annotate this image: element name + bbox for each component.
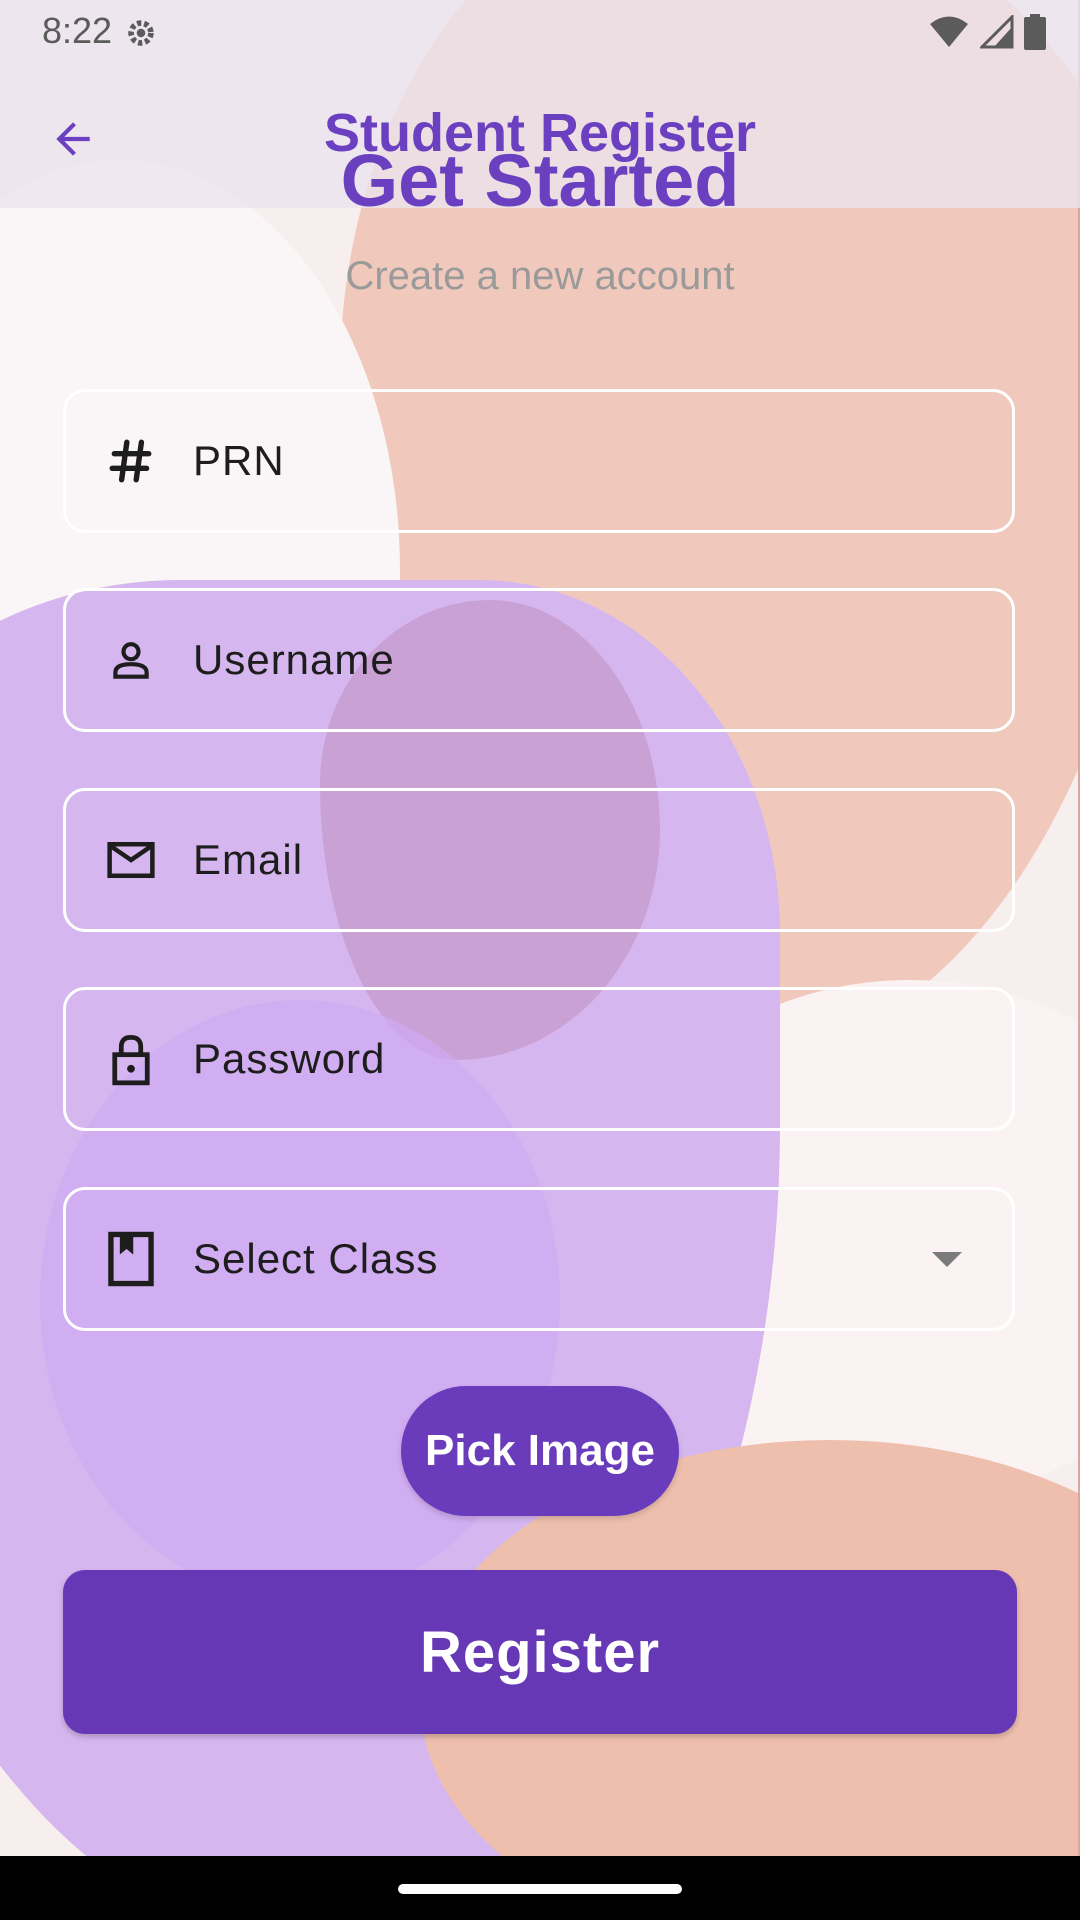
class-select[interactable]: Select Class [63,1187,1015,1331]
battery-icon [1024,14,1046,50]
register-button[interactable]: Register [63,1570,1017,1734]
page-subtitle: Create a new account [345,254,735,298]
username-field-label: Username [193,636,395,683]
dropdown-arrow-icon [932,1252,962,1267]
signal-icon [980,15,1014,49]
password-field[interactable]: Password [63,987,1015,1131]
wifi-icon [930,16,968,47]
pick-image-button[interactable]: Pick Image [401,1386,679,1516]
password-field-label: Password [193,1035,386,1082]
settings-gear-icon [128,20,154,46]
prn-field[interactable]: PRN [63,389,1015,533]
email-field-label: Email [193,836,304,883]
mail-icon [101,830,161,890]
person-icon [101,630,161,690]
lock-icon [101,1029,161,1089]
hash-icon [101,431,161,491]
status-icons [928,14,1046,50]
email-field[interactable]: Email [63,788,1015,932]
class-select-label: Select Class [193,1235,439,1282]
page-headline: Get Started [340,139,740,222]
status-time: 8:22 [42,10,113,51]
status-bar: 8:22 [0,0,1080,64]
username-field[interactable]: Username [63,588,1015,732]
home-gesture-handle[interactable] [398,1884,682,1894]
prn-field-label: PRN [193,437,285,484]
navigation-bar [0,1856,1080,1920]
bookmark-book-icon [101,1229,161,1289]
